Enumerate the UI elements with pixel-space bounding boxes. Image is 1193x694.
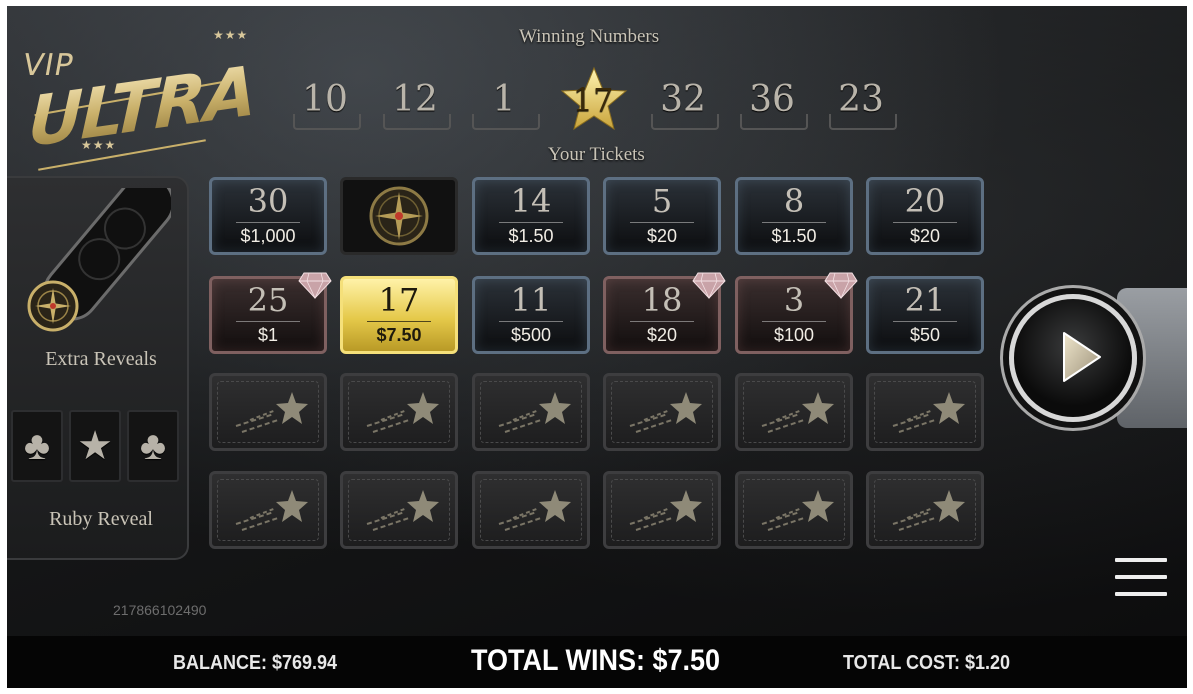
winning-number-matched: 17 <box>560 66 628 131</box>
ticket-unrevealed[interactable] <box>866 373 984 451</box>
winning-number: 32 <box>651 74 719 130</box>
shooting-star-icon <box>629 490 702 531</box>
ticket-prize: $100 <box>773 325 815 345</box>
ruby-reveal-label: Ruby Reveal <box>49 508 153 530</box>
ticket[interactable]: 30 $1,000 <box>209 177 327 255</box>
ticket-unrevealed[interactable] <box>472 471 590 549</box>
ruby-slot-club: ♣ <box>11 410 63 482</box>
club-icon: ♣ <box>23 423 51 468</box>
vip-ultra-logo: ★★★ VIP ULTRA ★★★ <box>20 26 256 171</box>
extra-reveals-tube <box>27 188 171 332</box>
ticket[interactable]: 25 $1 <box>209 272 332 354</box>
ticket[interactable]: 14 $1.50 <box>472 177 590 255</box>
ticket-number: 20 <box>904 182 946 220</box>
bonus-ticket[interactable] <box>340 177 458 255</box>
your-tickets-title: Your Tickets <box>548 144 645 165</box>
ticket-prize: $20 <box>646 325 678 345</box>
compass-token-icon <box>27 280 79 332</box>
shooting-star-icon <box>498 392 571 433</box>
winning-number: 23 <box>829 74 897 130</box>
winning-number: 10 <box>293 74 361 130</box>
ticket-prize: $50 <box>909 325 941 345</box>
bonus-panel: Extra Reveals ♣ ★ ♣ Ruby Reveal <box>7 176 189 560</box>
club-icon: ♣ <box>139 423 167 468</box>
ruby-slot-club: ♣ <box>127 410 179 482</box>
shooting-star-icon <box>366 392 439 433</box>
winning-number: 1 <box>472 74 540 130</box>
ruby-gem-icon <box>692 272 726 299</box>
shooting-star-icon <box>892 490 965 531</box>
game-area: ★★★ VIP ULTRA ★★★ Winning Numbers 10 12 … <box>7 6 1187 688</box>
ticket-unrevealed[interactable] <box>472 373 590 451</box>
ticket[interactable]: 11 $500 <box>472 276 590 354</box>
ticket-unrevealed[interactable] <box>209 373 327 451</box>
shooting-star-icon <box>892 392 965 433</box>
ticket-prize: $1.50 <box>771 226 817 246</box>
menu-button[interactable] <box>1115 558 1167 598</box>
star-icon: ★ <box>77 424 113 468</box>
ticket-prize: $20 <box>909 226 941 246</box>
ticket-prize: $500 <box>510 325 552 345</box>
shooting-star-icon <box>498 490 571 531</box>
shooting-star-icon <box>761 392 834 433</box>
compass-icon <box>369 186 429 246</box>
logo-stars-bottom: ★★★ <box>81 138 117 152</box>
winning-number: 36 <box>740 74 808 130</box>
ticket-unrevealed[interactable] <box>340 373 458 451</box>
ticket-prize: $7.50 <box>376 325 422 345</box>
ticket-number: 17 <box>378 281 420 319</box>
ticket[interactable]: 21 $50 <box>866 276 984 354</box>
ticket-number: 11 <box>510 281 552 319</box>
play-icon <box>1063 332 1101 382</box>
winning-number: 12 <box>383 74 451 130</box>
extra-reveals-label: Extra Reveals <box>45 348 157 370</box>
ticket-number: 21 <box>904 281 946 319</box>
ticket-prize: $1,000 <box>240 226 296 246</box>
ticket-number: 14 <box>510 182 552 220</box>
ruby-gem-icon <box>298 272 332 299</box>
hamburger-icon <box>1115 558 1167 562</box>
ticket-unrevealed[interactable] <box>209 471 327 549</box>
balance-display: BALANCE: $769.94 <box>173 652 338 674</box>
ticket[interactable]: 18 $20 <box>603 272 726 354</box>
logo-stars-top: ★★★ <box>213 28 249 42</box>
ticket-number: 8 <box>783 182 805 220</box>
total-cost-display: TOTAL COST: $1.20 <box>843 652 1011 674</box>
shooting-star-icon <box>366 490 439 531</box>
shooting-star-icon <box>629 392 702 433</box>
ticket-unrevealed[interactable] <box>603 373 721 451</box>
ticket-number: 30 <box>247 182 289 220</box>
ruby-slot-star: ★ <box>69 410 121 482</box>
ticket-unrevealed[interactable] <box>735 471 853 549</box>
ticket-prize: $20 <box>646 226 678 246</box>
total-wins-display: TOTAL WINS: $7.50 <box>471 644 721 677</box>
ticket-prize: $1.50 <box>508 226 554 246</box>
shooting-star-icon <box>235 490 308 531</box>
ticket-unrevealed[interactable] <box>603 471 721 549</box>
ticket-number: 5 <box>651 182 673 220</box>
ticket[interactable]: 5 $20 <box>603 177 721 255</box>
play-button[interactable] <box>1009 294 1137 422</box>
winning-numbers-title: Winning Numbers <box>519 26 660 47</box>
ticket[interactable]: 3 $100 <box>735 272 858 354</box>
shooting-star-icon <box>761 490 834 531</box>
status-bar: BALANCE: $769.94 TOTAL WINS: $7.50 TOTAL… <box>7 636 1187 688</box>
ticket[interactable]: 20 $20 <box>866 177 984 255</box>
ruby-gem-icon <box>824 272 858 299</box>
ticket-prize: $1 <box>257 325 279 345</box>
ticket-unrevealed[interactable] <box>735 373 853 451</box>
ticket-unrevealed[interactable] <box>866 471 984 549</box>
ticket-id: 217866102490 <box>113 602 207 618</box>
ticket-unrevealed[interactable] <box>340 471 458 549</box>
shooting-star-icon <box>235 392 308 433</box>
ticket-winning[interactable]: 17 $7.50 <box>340 276 458 354</box>
ticket[interactable]: 8 $1.50 <box>735 177 853 255</box>
